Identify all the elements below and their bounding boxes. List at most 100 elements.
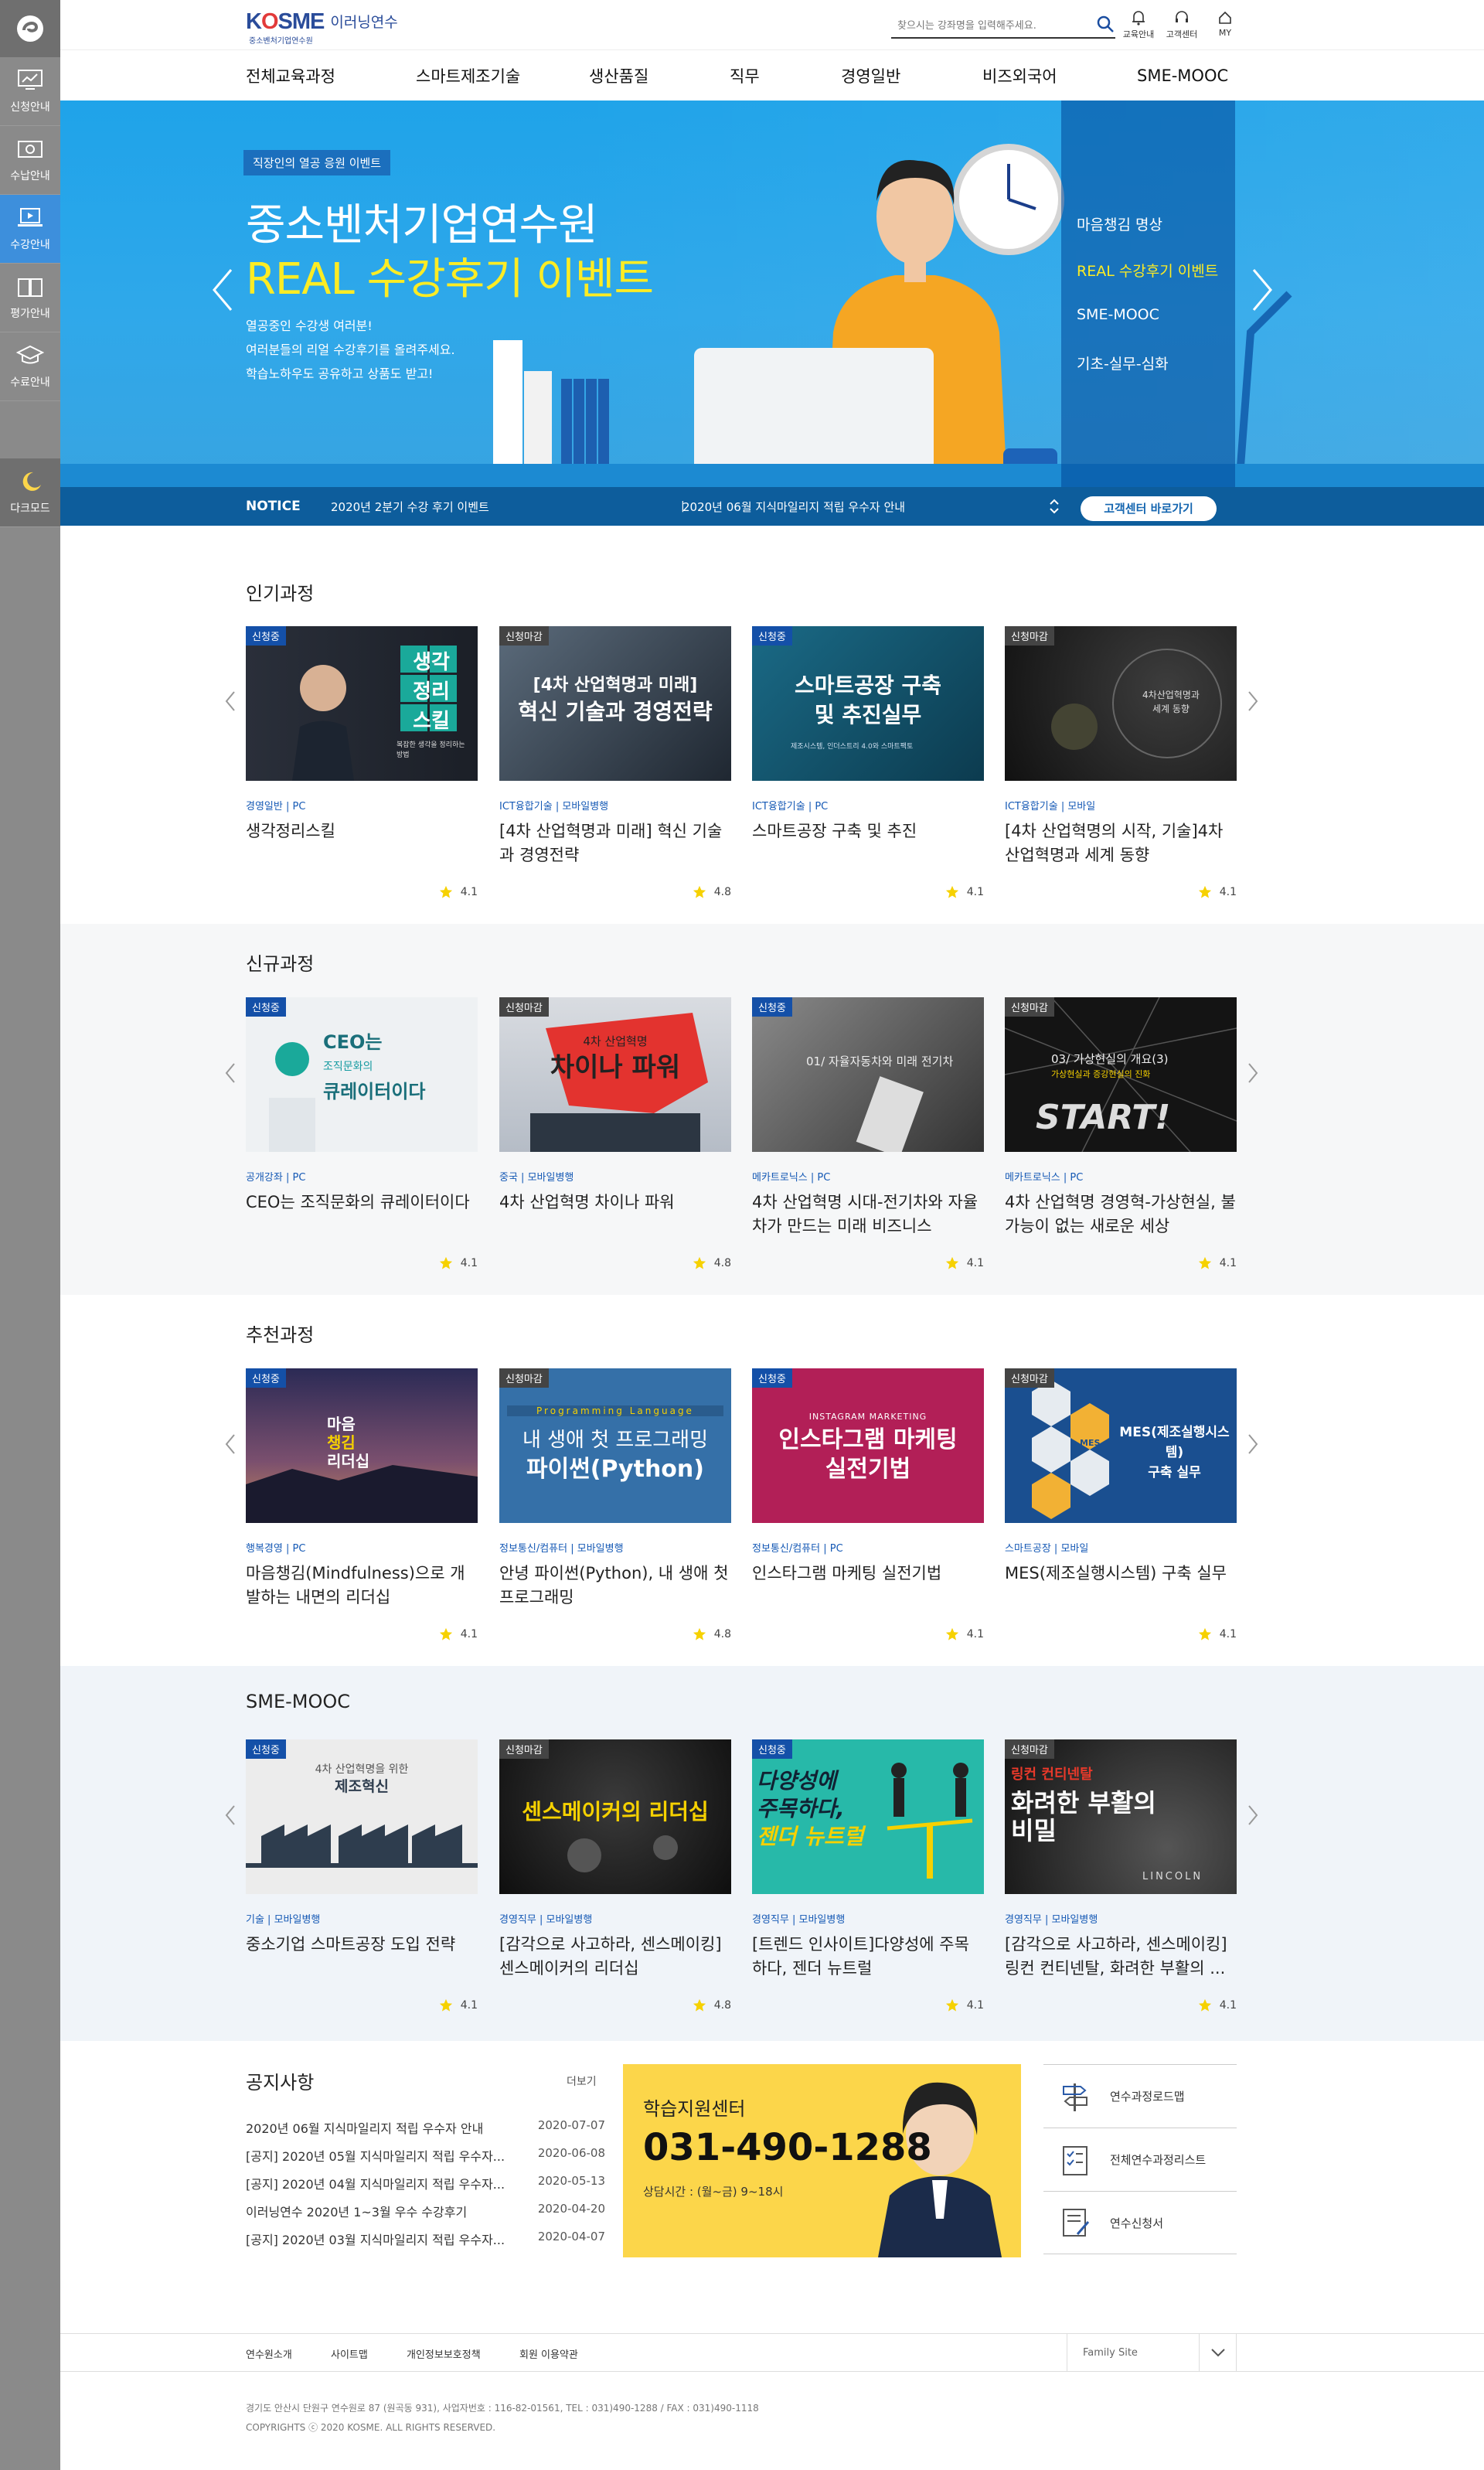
course-title[interactable]: 마음챙김(Mindfulness)으로 개발하는 내면의 리더십: [246, 1562, 478, 1610]
notice-item[interactable]: 2020년 06월 지식마일리지 적립 우수자 안내: [682, 499, 905, 515]
course-card[interactable]: 생각 정리 스킬 복잡한 생각을 정리하는 방법 신청중 경영일반 | PC 생각정…: [246, 626, 478, 898]
course-card[interactable]: 4차산업혁명과 세계 동향 신청마감 ICT융합기술 | 모바일 [4차 산업혁명…: [1005, 626, 1237, 898]
course-title[interactable]: [4차 산업혁명과 미래] 혁신 기술과 경영전략: [499, 819, 731, 867]
carousel-prev-icon[interactable]: [224, 690, 237, 713]
course-thumbnail[interactable]: 센스메이커의 리더십 신청마감: [499, 1739, 731, 1894]
header-customer-center[interactable]: 고객센터: [1162, 9, 1201, 40]
course-card[interactable]: 다양성에 주목하다, 젠더 뉴트럴 신청중 경영직무 | 모바일병행 [트렌드 인사…: [752, 1739, 984, 2012]
quicklink-roadmap[interactable]: 연수과정로드맵: [1043, 2064, 1237, 2128]
sidebar-item-payment[interactable]: 수납안내: [0, 126, 60, 195]
footer-link-about[interactable]: 연수원소개: [246, 2346, 292, 2361]
course-card[interactable]: 03/ 가상현실의 개요(3) 가상현실과 증강현실의 진화 START! 신청마…: [1005, 997, 1237, 1269]
course-thumbnail[interactable]: 링컨 컨티넨탈 화려한 부활의 비밀 LINCOLN 신청마감: [1005, 1739, 1237, 1894]
course-thumbnail[interactable]: 01/ 자율자동차와 미래 전기차 신청중: [752, 997, 984, 1152]
course-thumbnail[interactable]: 4차 산업혁명을 위한 제조혁신 신청중: [246, 1739, 478, 1894]
hero-menu-item[interactable]: 마음챙김 명상: [1077, 213, 1162, 234]
course-card[interactable]: [4차 산업혁명과 미래] 혁신 기술과 경영전략 신청마감 ICT융합기술 | …: [499, 626, 731, 898]
site-logo[interactable]: KOSME 이러닝연수 중소벤처기업연수원: [246, 11, 398, 46]
sidebar-item-evaluation[interactable]: 평가안내: [0, 264, 60, 332]
course-thumbnail[interactable]: Programming Language 내 생애 첫 프로그래밍 파이썬(Pyt…: [499, 1368, 731, 1523]
course-thumbnail[interactable]: 다양성에 주목하다, 젠더 뉴트럴 신청중: [752, 1739, 984, 1894]
nav-management[interactable]: 경영일반: [841, 64, 982, 87]
carousel-prev-icon[interactable]: [224, 1433, 237, 1456]
search-icon[interactable]: [1095, 14, 1115, 34]
course-thumbnail[interactable]: [4차 산업혁명과 미래] 혁신 기술과 경영전략 신청마감: [499, 626, 731, 781]
course-title[interactable]: [감각으로 사고하라, 센스메이킹] 링컨 컨티넨탈, 화려한 부활의 ...: [1005, 1933, 1237, 1981]
learning-support-banner[interactable]: 학습지원센터 031-490-1288 상담시간 : (월~금) 9~18시: [623, 2064, 1021, 2257]
carousel-next-icon[interactable]: [1247, 1061, 1259, 1085]
hero-prev-arrow-icon[interactable]: [211, 267, 234, 313]
notice-row[interactable]: [공지] 2020년 05월 지식마일리지 적립 우수자... 2020-06-0…: [246, 2146, 605, 2165]
carousel-next-icon[interactable]: [1247, 1433, 1259, 1456]
notice-row[interactable]: [공지] 2020년 04월 지식마일리지 적립 우수자... 2020-05-1…: [246, 2174, 605, 2192]
course-card[interactable]: 01/ 자율자동차와 미래 전기차 신청중 메카트로닉스 | PC 4차 산업혁…: [752, 997, 984, 1269]
course-title[interactable]: [감각으로 사고하라, 센스메이킹] 센스메이커의 리더십: [499, 1933, 731, 1981]
sidebar-item-course[interactable]: 수강안내: [0, 195, 60, 264]
notice-more-link[interactable]: 더보기: [567, 2073, 597, 2089]
footer-link-terms[interactable]: 회원 이용약관: [519, 2346, 578, 2361]
hero-menu-item-active[interactable]: REAL 수강후기 이벤트: [1077, 260, 1218, 281]
course-title[interactable]: [4차 산업혁명의 시작, 기술]4차 산업혁명과 세계 동향: [1005, 819, 1237, 867]
carousel-next-icon[interactable]: [1247, 690, 1259, 713]
sidebar-logo[interactable]: [0, 0, 60, 57]
course-card[interactable]: 스마트공장 구축 및 추진실무 제조시스템, 인더스트리 4.0와 스마트팩토 신…: [752, 626, 984, 898]
quicklink-application-form[interactable]: 연수신청서: [1043, 2191, 1237, 2254]
notice-updown-icon[interactable]: [1048, 497, 1060, 516]
course-title[interactable]: 4차 산업혁명 시대-전기차와 자율차가 만드는 미래 비즈니스: [752, 1191, 984, 1238]
course-title[interactable]: 4차 산업혁명 차이나 파워: [499, 1191, 731, 1238]
notice-row[interactable]: [공지] 2020년 03월 지식마일리지 적립 우수자... 2020-04-0…: [246, 2230, 605, 2248]
course-thumbnail[interactable]: 4차산업혁명과 세계 동향 신청마감: [1005, 626, 1237, 781]
course-thumbnail[interactable]: 4차 산업혁명 차이나 파워 신청마감: [499, 997, 731, 1152]
search-bar[interactable]: 찾으시는 강좌명을 입력해주세요.: [891, 11, 1115, 39]
course-card[interactable]: 센스메이커의 리더십 신청마감 경영직무 | 모바일병행 [감각으로 사고하라,…: [499, 1739, 731, 2012]
course-title[interactable]: 인스타그램 마케팅 실전기법: [752, 1562, 984, 1610]
course-card[interactable]: 4차 산업혁명을 위한 제조혁신 신청중 기술 | 모바일병행 중소기업 스마트공…: [246, 1739, 478, 2012]
course-thumbnail[interactable]: 03/ 가상현실의 개요(3) 가상현실과 증강현실의 진화 START! 신청마…: [1005, 997, 1237, 1152]
course-title[interactable]: 4차 산업혁명 경영혁-가상현실, 불가능이 없는 새로운 세상: [1005, 1191, 1237, 1238]
sidebar-item-apply[interactable]: 신청안내: [0, 57, 60, 126]
header-edu-info[interactable]: 교육안내: [1119, 9, 1158, 40]
course-title[interactable]: CEO는 조직문화의 큐레이터이다: [246, 1191, 478, 1238]
course-title[interactable]: 생각정리스킬: [246, 819, 478, 867]
course-card[interactable]: 4차 산업혁명 차이나 파워 신청마감 중국 | 모바일병행 4차 산업혁명 차이…: [499, 997, 731, 1269]
footer-link-privacy[interactable]: 개인정보보호정책: [407, 2346, 481, 2361]
course-thumbnail[interactable]: 마음 챙김 리더십 신청중: [246, 1368, 478, 1523]
course-title[interactable]: [트렌드 인사이트]다양성에 주목하다, 젠더 뉴트럴: [752, 1933, 984, 1981]
hero-menu-item[interactable]: SME-MOOC: [1077, 306, 1159, 323]
nav-job[interactable]: 직무: [730, 64, 841, 87]
carousel-prev-icon[interactable]: [224, 1804, 237, 1827]
hero-menu-item[interactable]: 기초-실무-심화: [1077, 353, 1169, 373]
carousel-prev-icon[interactable]: [224, 1061, 237, 1085]
notice-item[interactable]: 2020년 2분기 수강 후기 이벤트: [331, 499, 489, 515]
course-card[interactable]: INSTAGRAM MARKETING 인스타그램 마케팅 실전기법 신청중 정보…: [752, 1368, 984, 1640]
course-card[interactable]: Programming Language 내 생애 첫 프로그래밍 파이썬(Pyt…: [499, 1368, 731, 1640]
notice-row[interactable]: 2020년 06월 지식마일리지 적립 우수자 안내 2020-07-07: [246, 2118, 605, 2137]
course-title[interactable]: 안녕 파이썬(Python), 내 생애 첫 프로그래밍: [499, 1562, 731, 1610]
hero-next-arrow-icon[interactable]: [1251, 267, 1274, 313]
customer-center-button[interactable]: 고객센터 바로가기: [1081, 496, 1217, 521]
course-card[interactable]: CEO는 조직문화의 큐레이터이다 신청중 공개강좌 | PC CEO는 조직문화의…: [246, 997, 478, 1269]
course-title[interactable]: 스마트공장 구축 및 추진: [752, 819, 984, 867]
search-input[interactable]: 찾으시는 강좌명을 입력해주세요.: [891, 17, 1095, 32]
course-thumbnail[interactable]: MES MES(제조실행시스템) 구축 실무 신청마감: [1005, 1368, 1237, 1523]
carousel-next-icon[interactable]: [1247, 1804, 1259, 1827]
dark-mode-toggle[interactable]: 다크모드: [0, 458, 60, 527]
family-site-dropdown[interactable]: [1199, 2334, 1236, 2371]
course-thumbnail[interactable]: CEO는 조직문화의 큐레이터이다 신청중: [246, 997, 478, 1152]
course-title[interactable]: 중소기업 스마트공장 도입 전략: [246, 1933, 478, 1981]
family-site-select[interactable]: Family Site: [1067, 2334, 1237, 2371]
sidebar-item-completion[interactable]: 수료안내: [0, 332, 60, 401]
course-thumbnail[interactable]: 스마트공장 구축 및 추진실무 제조시스템, 인더스트리 4.0와 스마트팩토 신…: [752, 626, 984, 781]
header-my[interactable]: MY: [1206, 9, 1244, 40]
course-card[interactable]: 마음 챙김 리더십 신청중 행복경영 | PC 마음챙김(Mindfulness)으…: [246, 1368, 478, 1640]
notice-row[interactable]: 이러닝연수 2020년 1~3월 우수 수강후기 2020-04-20: [246, 2202, 605, 2220]
course-card[interactable]: 링컨 컨티넨탈 화려한 부활의 비밀 LINCOLN 신청마감 경영직무 | 모바일…: [1005, 1739, 1237, 2012]
nav-smart-manufacturing[interactable]: 스마트제조기술: [416, 64, 589, 87]
nav-production-quality[interactable]: 생산품질: [589, 64, 730, 87]
quicklink-course-list[interactable]: 전체연수과정리스트: [1043, 2128, 1237, 2191]
footer-link-sitemap[interactable]: 사이트맵: [331, 2346, 368, 2361]
course-thumbnail[interactable]: 생각 정리 스킬 복잡한 생각을 정리하는 방법 신청중: [246, 626, 478, 781]
nav-sme-mooc[interactable]: SME-MOOC: [1137, 66, 1228, 85]
course-card[interactable]: MES MES(제조실행시스템) 구축 실무 신청마감 스마트공장 | 모바일 M…: [1005, 1368, 1237, 1640]
nav-business-language[interactable]: 비즈외국어: [982, 64, 1137, 87]
